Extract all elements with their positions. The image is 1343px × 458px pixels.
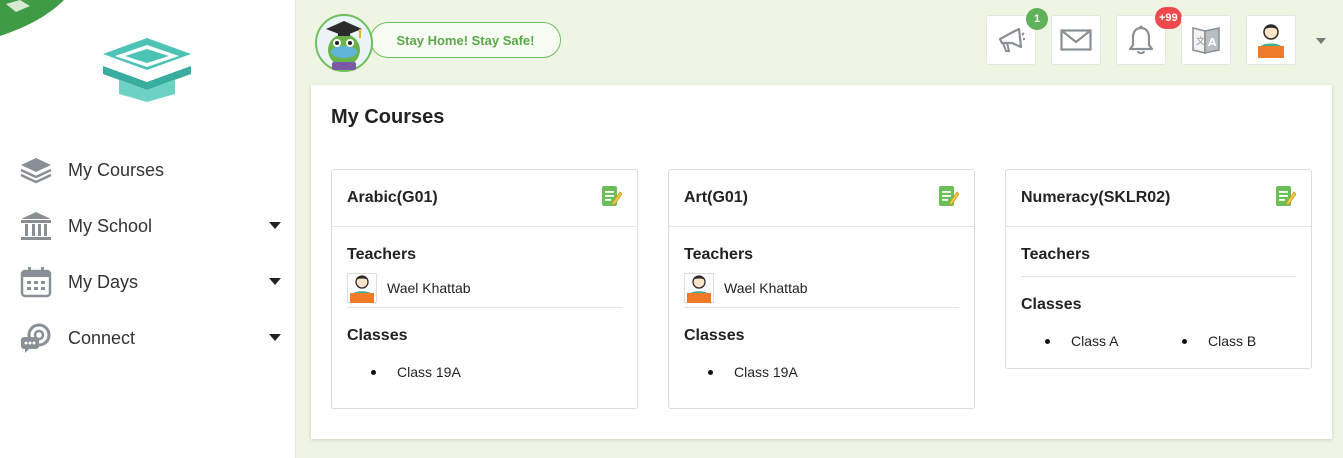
- teachers-label: Teachers: [1021, 246, 1091, 263]
- course-title[interactable]: Arabic(G01): [347, 189, 438, 207]
- chevron-down-icon[interactable]: [269, 222, 281, 229]
- classes-label: Classes: [1021, 296, 1082, 313]
- sidebar: My Courses My School My Days Connect: [0, 0, 296, 458]
- layers-icon: [18, 154, 54, 186]
- class-list: Class A Class B: [1021, 333, 1296, 349]
- class-list: Class 19A: [684, 364, 959, 380]
- class-list: Class 19A: [347, 364, 622, 380]
- language-button[interactable]: 文 A: [1181, 15, 1231, 65]
- teacher-row[interactable]: Wael Khattab: [347, 268, 622, 308]
- sidebar-item-my-days[interactable]: My Days: [0, 254, 296, 310]
- teacher-avatar-icon: [684, 272, 714, 303]
- messages-button[interactable]: [1051, 15, 1101, 65]
- course-title[interactable]: Art(G01): [684, 189, 748, 207]
- chat-connect-icon: [18, 322, 54, 354]
- class-item[interactable]: Class 19A: [347, 364, 484, 380]
- notifications-badge: +99: [1155, 7, 1182, 29]
- teacher-name[interactable]: Wael Khattab: [724, 280, 808, 296]
- course-card-header: Art(G01): [669, 170, 974, 227]
- classes-label: Classes: [684, 327, 745, 344]
- calendar-icon: [18, 266, 54, 298]
- teacher-row[interactable]: Wael Khattab: [684, 268, 959, 308]
- chevron-down-icon[interactable]: [1316, 38, 1326, 44]
- stay-safe-banner: Stay Home! Stay Safe!: [312, 12, 564, 72]
- chevron-down-icon[interactable]: [269, 278, 281, 285]
- course-card-header: Numeracy(SKLR02): [1006, 170, 1311, 227]
- classes-label: Classes: [347, 327, 408, 344]
- sidebar-item-my-school[interactable]: My School: [0, 198, 296, 254]
- sidebar-item-label: Connect: [68, 327, 136, 348]
- sidebar-item-label: My Days: [68, 271, 139, 292]
- chevron-down-icon[interactable]: [269, 334, 281, 341]
- teacher-avatar-icon: [347, 272, 377, 303]
- logo-icon: [103, 38, 191, 102]
- translate-icon: 文 A: [1192, 27, 1220, 54]
- teacher-name[interactable]: Wael Khattab: [387, 280, 471, 296]
- sidebar-item-my-courses[interactable]: My Courses: [0, 142, 296, 198]
- main-panel: My Courses Arabic(G01) Teachers Wael Kha…: [311, 85, 1332, 439]
- sidebar-item-label: My School: [68, 215, 153, 236]
- stay-safe-text: Stay Home! Stay Safe!: [370, 22, 561, 58]
- course-card[interactable]: Arabic(G01) Teachers Wael Khattab Classe…: [331, 169, 638, 409]
- announcements-badge: 1: [1026, 8, 1048, 30]
- teachers-label: Teachers: [347, 246, 417, 263]
- svg-text:A: A: [1208, 36, 1217, 49]
- course-card-header: Arabic(G01): [332, 170, 637, 227]
- edit-notebook-icon[interactable]: [1274, 184, 1296, 208]
- class-item[interactable]: Class B: [1158, 333, 1295, 349]
- course-title[interactable]: Numeracy(SKLR02): [1021, 189, 1170, 207]
- class-item[interactable]: Class 19A: [684, 364, 821, 380]
- envelope-icon: [1060, 29, 1092, 51]
- school-building-icon: [18, 210, 54, 242]
- page-title: My Courses: [331, 106, 445, 128]
- divider: [1021, 276, 1296, 277]
- svg-text:文: 文: [1196, 35, 1205, 47]
- sidebar-item-label: My Courses: [68, 159, 165, 180]
- sidebar-item-connect[interactable]: Connect: [0, 310, 296, 366]
- edit-notebook-icon[interactable]: [937, 184, 959, 208]
- teachers-label: Teachers: [684, 246, 754, 263]
- user-avatar-icon: [1258, 24, 1284, 58]
- course-card[interactable]: Art(G01) Teachers Wael Khattab Classes C…: [668, 169, 975, 409]
- mascot-icon: [315, 14, 373, 72]
- edit-notebook-icon[interactable]: [600, 184, 622, 208]
- course-card[interactable]: Numeracy(SKLR02) Teachers Classes Class …: [1005, 169, 1312, 369]
- megaphone-icon: [998, 27, 1025, 52]
- user-menu-button[interactable]: [1246, 15, 1296, 65]
- class-item[interactable]: Class A: [1021, 333, 1158, 349]
- sidebar-nav: My Courses My School My Days Connect: [0, 142, 296, 366]
- bell-icon: [1128, 25, 1154, 55]
- corner-ribbon-icon: [0, 0, 64, 36]
